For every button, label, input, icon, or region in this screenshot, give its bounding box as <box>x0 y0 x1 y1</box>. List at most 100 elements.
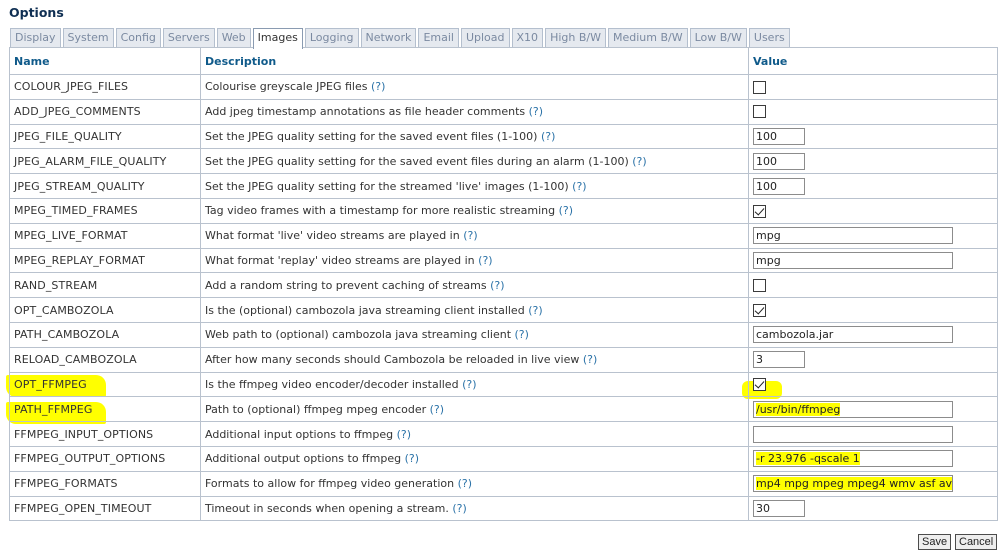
option-value-cell: -r 23.976 -qscale 1 <box>748 445 998 472</box>
option-description-text: Add jpeg timestamp annotations as file h… <box>205 105 526 119</box>
option-description-cell: Additional input options to ffmpeg (?) <box>200 421 749 447</box>
options-table: Name Description Value COLOUR_JPEG_FILES… <box>9 47 998 522</box>
option-value-cell: cambozola.jar <box>748 321 998 348</box>
table-row: MPEG_TIMED_FRAMES Tag video frames with a… <box>9 197 998 224</box>
table-row: FFMPEG_OPEN_TIMEOUT Timeout in seconds wh… <box>9 495 998 522</box>
option-value-cell: 3 <box>748 346 998 373</box>
option-text-input[interactable]: mpg <box>753 251 953 269</box>
tab-servers[interactable]: Servers <box>162 28 215 47</box>
tab-email[interactable]: Email <box>418 28 459 47</box>
option-text-input[interactable]: 100 <box>753 127 805 145</box>
option-text-input[interactable] <box>753 425 953 443</box>
option-value-cell <box>748 421 998 447</box>
option-description-cell: Set the JPEG quality setting for the str… <box>200 173 749 199</box>
help-link[interactable]: (?) <box>490 279 504 292</box>
tab-users[interactable]: Users <box>748 28 790 47</box>
option-checkbox[interactable] <box>753 378 766 392</box>
help-link[interactable]: (?) <box>632 155 646 168</box>
option-description-text: Is the (optional) cambozola java streami… <box>205 303 525 317</box>
option-name-cell: MPEG_LIVE_FORMAT <box>9 222 201 249</box>
option-description-text: Web path to (optional) cambozola java st… <box>205 328 512 342</box>
option-value-cell <box>748 272 998 299</box>
option-text-input[interactable]: mpg <box>753 227 953 245</box>
option-description-cell: Is the ffmpeg video encoder/decoder inst… <box>200 371 749 398</box>
option-description-cell: What format 'live' video streams are pla… <box>200 222 749 249</box>
option-value-cell: 100 <box>748 148 998 175</box>
help-link[interactable]: (?) <box>559 204 573 217</box>
help-link[interactable]: (?) <box>371 80 385 93</box>
column-header-value: Value <box>748 47 998 75</box>
option-checkbox[interactable] <box>753 105 766 119</box>
help-link[interactable]: (?) <box>458 477 472 490</box>
option-text-input[interactable]: 100 <box>753 177 805 195</box>
help-link[interactable]: (?) <box>541 130 555 143</box>
tab-images[interactable]: Images <box>252 28 303 49</box>
option-text-input[interactable]: mp4 mpg mpeg mpeg4 wmv asf avi <box>753 475 953 493</box>
option-description-cell: Is the (optional) cambozola java streami… <box>200 297 749 323</box>
tab-high-b-w[interactable]: High B/W <box>545 28 606 47</box>
tab-network[interactable]: Network <box>360 28 417 47</box>
tab-system[interactable]: System <box>62 28 114 47</box>
tab-medium-b-w[interactable]: Medium B/W <box>607 28 688 47</box>
table-row: OPT_FFMPEG Is the ffmpeg video encoder/de… <box>9 371 998 398</box>
save-button[interactable]: Save <box>918 534 952 550</box>
help-link[interactable]: (?) <box>583 353 597 366</box>
option-checkbox[interactable] <box>753 303 766 317</box>
option-description-cell: Timeout in seconds when opening a stream… <box>200 495 749 522</box>
option-value-cell <box>748 98 998 125</box>
help-link[interactable]: (?) <box>478 254 492 267</box>
page-title: Options <box>9 5 64 20</box>
option-name-cell: FFMPEG_FORMATS <box>9 470 201 497</box>
option-text-input[interactable]: /usr/bin/ffmpeg <box>753 400 953 418</box>
table-row: PATH_CAMBOZOLA Web path to (optional) cam… <box>9 321 998 348</box>
tab-display[interactable]: Display <box>10 28 61 47</box>
table-header-row: Name Description Value <box>9 47 998 75</box>
option-checkbox[interactable] <box>753 204 766 218</box>
help-link[interactable]: (?) <box>405 452 419 465</box>
option-text-input[interactable]: 100 <box>753 152 805 170</box>
option-text-input[interactable]: 30 <box>753 499 805 517</box>
option-name-cell: FFMPEG_OPEN_TIMEOUT <box>9 495 201 522</box>
option-name-cell: OPT_CAMBOZOLA <box>9 297 201 323</box>
option-value-cell: 100 <box>748 173 998 199</box>
option-description-text: Set the JPEG quality setting for the str… <box>205 179 569 193</box>
highlighted-value-text: -r 23.976 -qscale 1 <box>756 452 860 466</box>
option-text-input[interactable]: cambozola.jar <box>753 326 953 344</box>
help-link[interactable]: (?) <box>462 378 476 391</box>
option-description-cell: Tag video frames with a timestamp for mo… <box>200 197 749 224</box>
option-text-input[interactable]: 3 <box>753 351 805 369</box>
help-link[interactable]: (?) <box>397 428 411 441</box>
options-tab-bar: Display System Config Servers Web Images Loggi… <box>10 28 792 49</box>
option-description-cell: Additional output options to ffmpeg (?) <box>200 445 749 472</box>
tab-x10[interactable]: X10 <box>511 28 544 47</box>
table-row: RELOAD_CAMBOZOLA After how many seconds s… <box>9 346 998 373</box>
option-description-cell: After how many seconds should Cambozola … <box>200 346 749 373</box>
tab-web[interactable]: Web <box>216 28 251 47</box>
help-link[interactable]: (?) <box>528 304 542 317</box>
option-description-cell: Formats to allow for ffmpeg video genera… <box>200 470 749 497</box>
option-checkbox[interactable] <box>753 279 766 293</box>
table-row: COLOUR_JPEG_FILES Colourise greyscale JPE… <box>9 74 998 100</box>
tab-logging[interactable]: Logging <box>304 28 359 47</box>
option-description-cell: Set the JPEG quality setting for the sav… <box>200 148 749 175</box>
table-row: ADD_JPEG_COMMENTS Add jpeg timestamp anno… <box>9 98 998 125</box>
option-checkbox[interactable] <box>753 80 766 94</box>
option-description-text: Timeout in seconds when opening a stream… <box>205 501 449 515</box>
help-link[interactable]: (?) <box>430 403 444 416</box>
option-value-cell: mp4 mpg mpeg mpeg4 wmv asf avi <box>748 470 998 497</box>
table-row: MPEG_LIVE_FORMAT What format 'live' video… <box>9 222 998 249</box>
help-link[interactable]: (?) <box>463 229 477 242</box>
option-name-cell: JPEG_STREAM_QUALITY <box>9 173 201 199</box>
help-link[interactable]: (?) <box>515 328 529 341</box>
option-name-cell: PATH_CAMBOZOLA <box>9 321 201 348</box>
option-text-input[interactable]: -r 23.976 -qscale 1 <box>753 450 953 468</box>
option-value-cell <box>748 74 998 100</box>
help-link[interactable]: (?) <box>572 180 586 193</box>
option-description-text: Add a random string to prevent caching o… <box>205 278 487 292</box>
help-link[interactable]: (?) <box>529 105 543 118</box>
tab-upload[interactable]: Upload <box>460 28 510 47</box>
help-link[interactable]: (?) <box>452 502 466 515</box>
tab-config[interactable]: Config <box>115 28 161 47</box>
cancel-button[interactable]: Cancel <box>955 534 998 550</box>
tab-low-b-w[interactable]: Low B/W <box>689 28 747 47</box>
